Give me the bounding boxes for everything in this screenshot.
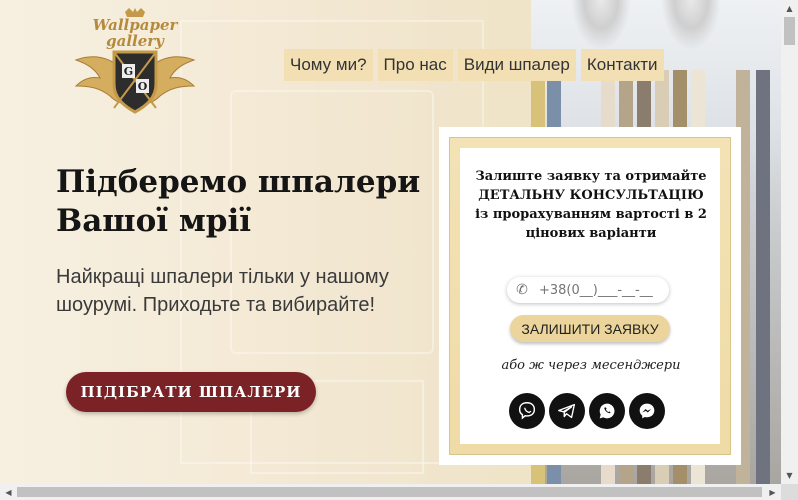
chandelier [571,0,631,50]
nav-item-why-us[interactable]: Чому ми? [284,49,373,81]
scroll-left-icon[interactable]: ◀ [0,484,17,500]
scrollbar-thumb[interactable] [17,487,762,497]
nav-item-wallpaper-types[interactable]: Види шпалер [457,49,576,81]
phone-field[interactable]: ✆ [507,277,669,303]
nav-item-contacts[interactable]: Контакти [580,49,664,81]
messenger-links [509,393,665,429]
hero-title: Підберемо шпалери Вашої мрії [56,164,421,239]
whatsapp-icon[interactable] [589,393,625,429]
main-nav: Чому ми? Про нас Види шпалер Контакти [284,49,664,81]
scroll-down-icon[interactable]: ▼ [781,467,798,484]
logo-monogram-g: G [124,65,133,78]
telegram-icon[interactable] [549,393,585,429]
vertical-scrollbar[interactable]: ▲ ▼ [781,0,798,484]
scroll-up-icon[interactable]: ▲ [781,0,798,17]
wallpaper-sample [756,70,770,484]
nav-item-about[interactable]: Про нас [377,49,453,81]
submit-request-button[interactable]: ЗАЛИШИТИ ЗАЯВКУ [510,315,670,342]
request-form-card: Залиште заявку та отримайте ДЕТАЛЬНУ КОН… [439,127,741,465]
horizontal-scrollbar[interactable]: ◀ ▶ [0,484,781,500]
chandelier [661,0,721,50]
scrollbar-thumb[interactable] [784,17,795,45]
logo-emblem-icon: G O [74,8,196,114]
hero-subtitle: Найкращі шпалери тільки у нашому шоурумі… [56,266,389,316]
logo[interactable]: Wallpaper gallery G O [70,8,200,128]
choose-wallpaper-button[interactable]: ПІДІБРАТИ ШПАЛЕРИ [66,372,316,412]
scroll-right-icon[interactable]: ▶ [764,484,781,500]
phone-input[interactable] [537,281,661,299]
messenger-icon[interactable] [629,393,665,429]
page: Wallpaper gallery G O Чому ми? Про нас В… [0,0,781,484]
viber-icon[interactable] [509,393,545,429]
phone-icon: ✆ [516,282,528,298]
form-heading: Залиште заявку та отримайте ДЕТАЛЬНУ КОН… [475,169,707,241]
messengers-caption: або ж через месенджери [501,358,681,373]
scrollbar-corner [781,484,798,500]
logo-monogram-o: O [138,80,148,93]
